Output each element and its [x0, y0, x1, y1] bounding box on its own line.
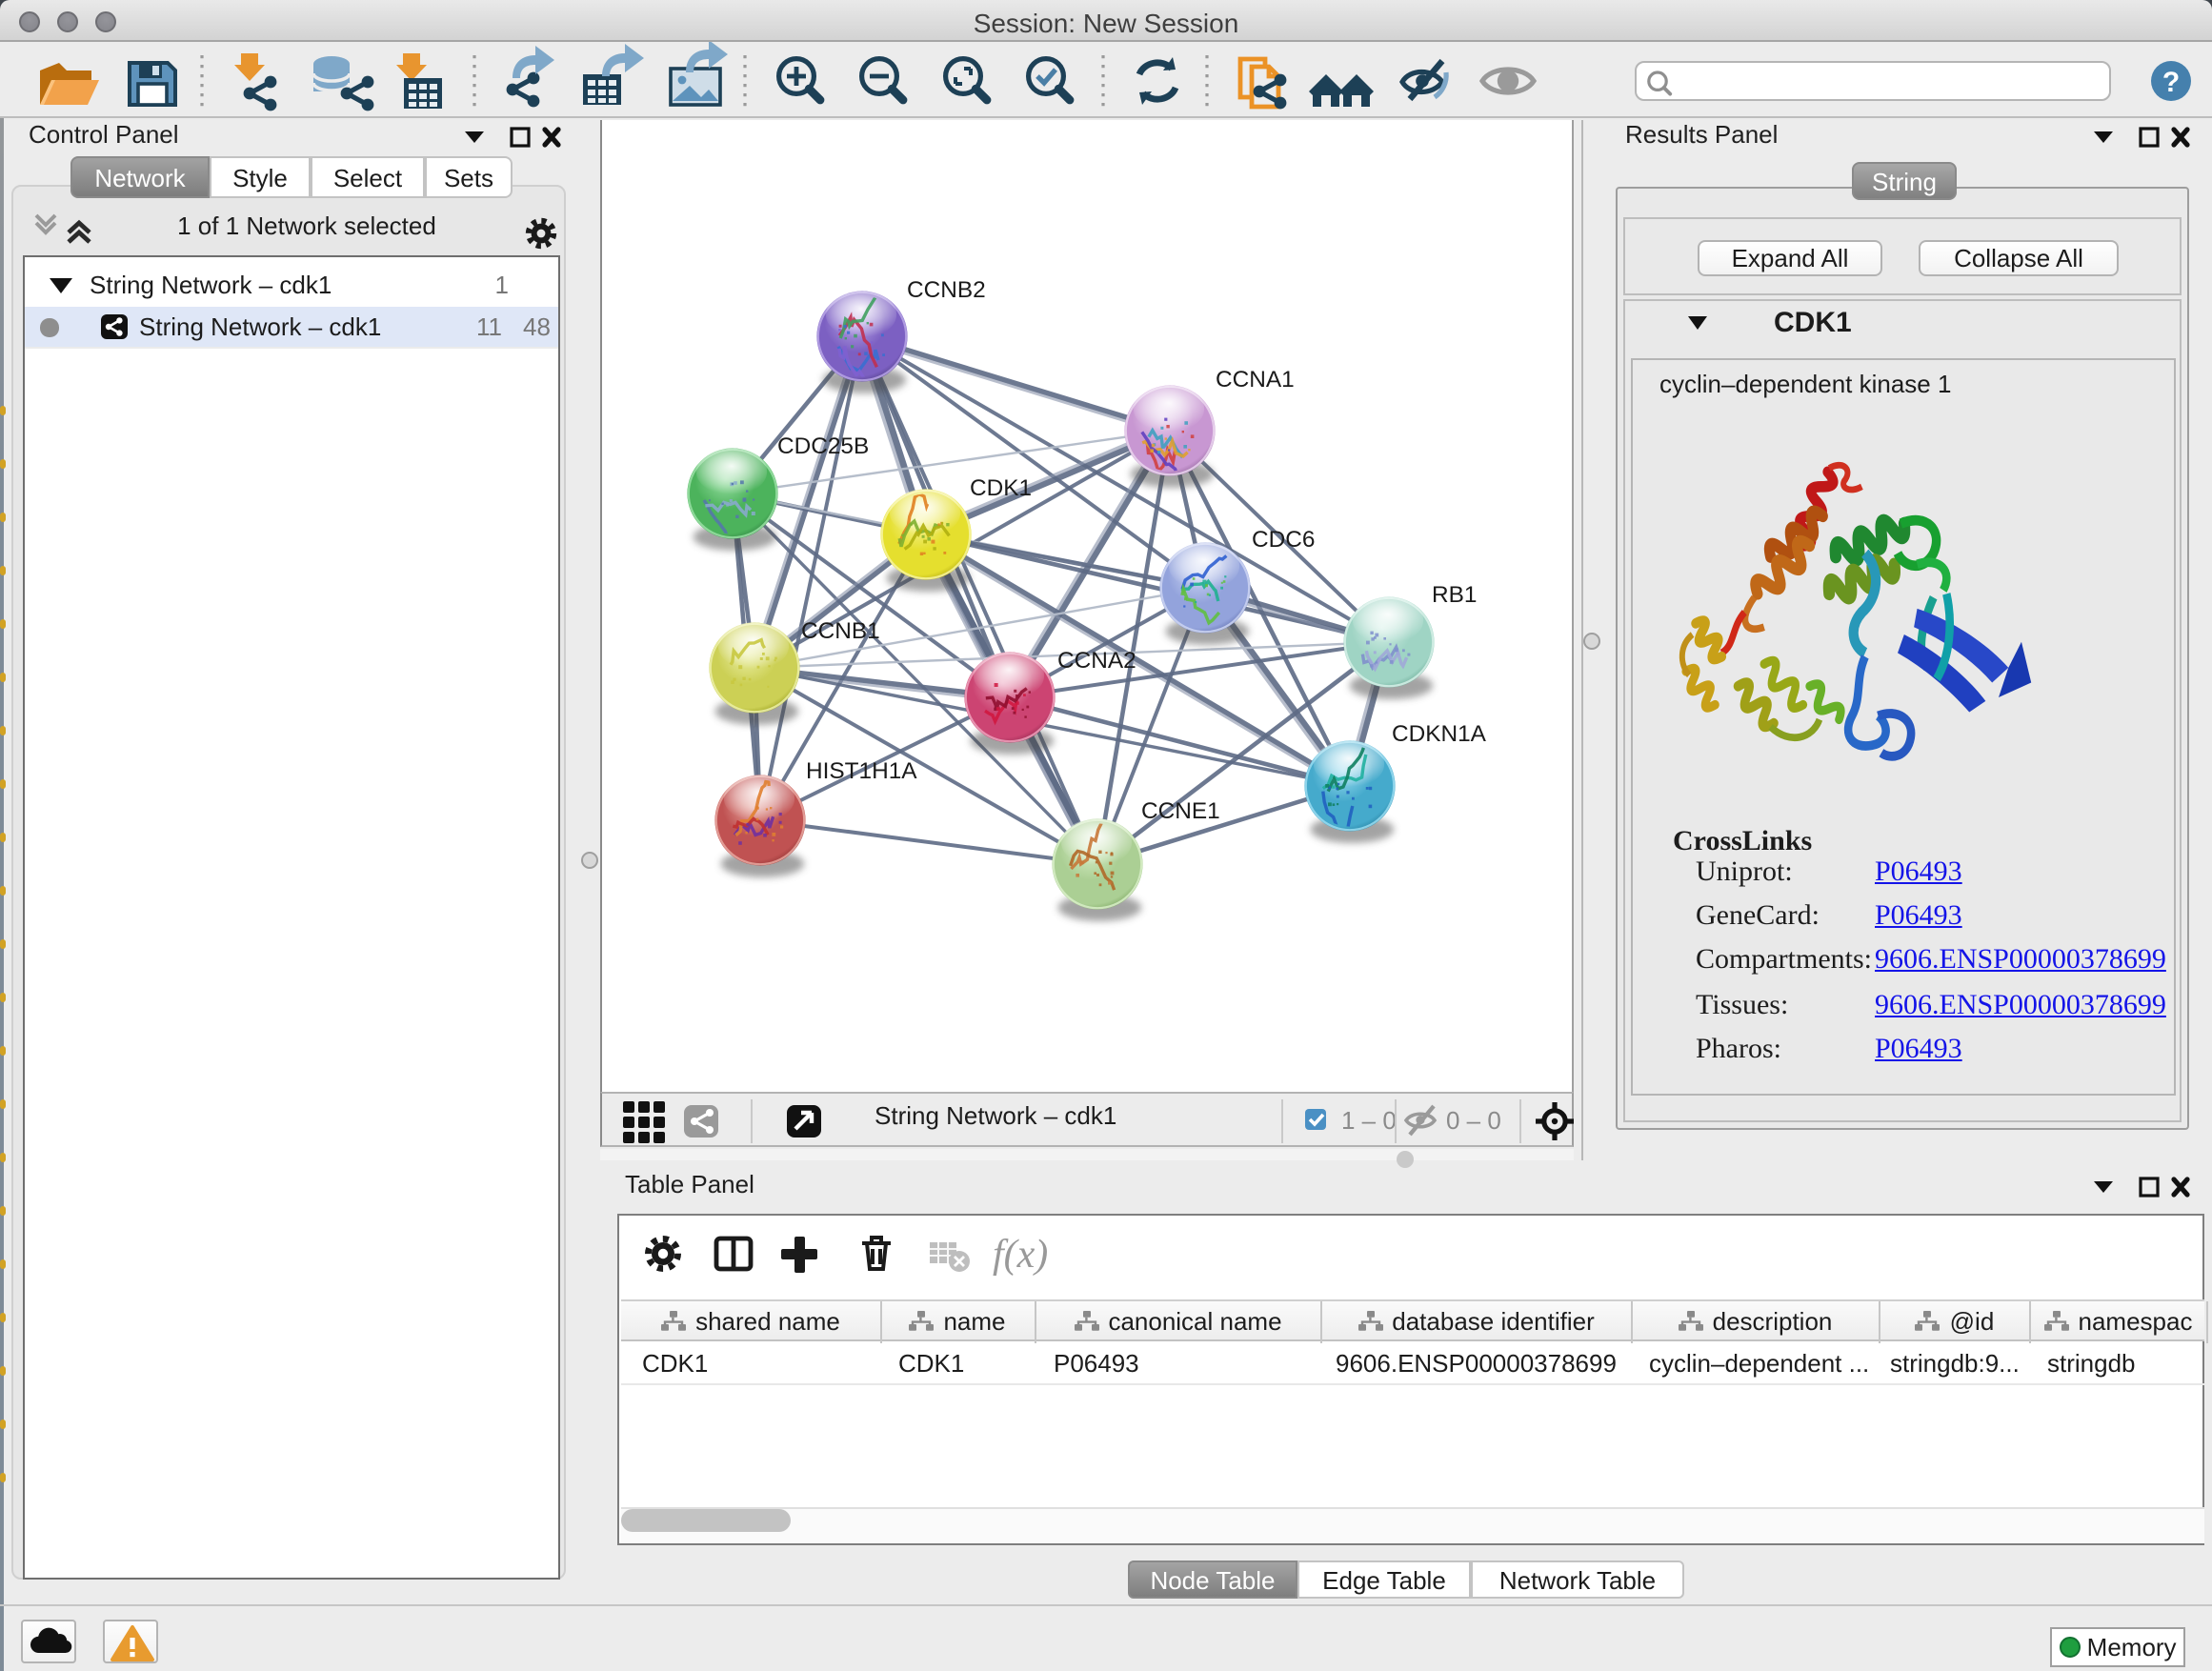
svg-text:RB1: RB1	[1432, 581, 1477, 607]
svg-text:1 – 0: 1 – 0	[1341, 1105, 1397, 1134]
svg-text:CCNB1: CCNB1	[801, 617, 880, 643]
svg-text:0 – 0: 0 – 0	[1446, 1105, 1501, 1134]
svg-text:CDK1: CDK1	[970, 474, 1032, 500]
svg-text:CCNE1: CCNE1	[1141, 797, 1220, 823]
svg-text:?: ?	[2162, 67, 2180, 98]
svg-text:HIST1H1A: HIST1H1A	[806, 757, 917, 783]
svg-text:f(x): f(x)	[992, 1233, 1047, 1277]
svg-text:CDKN1A: CDKN1A	[1392, 720, 1487, 746]
svg-text:CCNB2: CCNB2	[907, 276, 986, 302]
svg-text:CDC25B: CDC25B	[777, 433, 869, 458]
svg-text:CCNA2: CCNA2	[1057, 647, 1136, 673]
svg-text:CDC6: CDC6	[1252, 526, 1315, 552]
svg-text:CCNA1: CCNA1	[1216, 366, 1295, 392]
